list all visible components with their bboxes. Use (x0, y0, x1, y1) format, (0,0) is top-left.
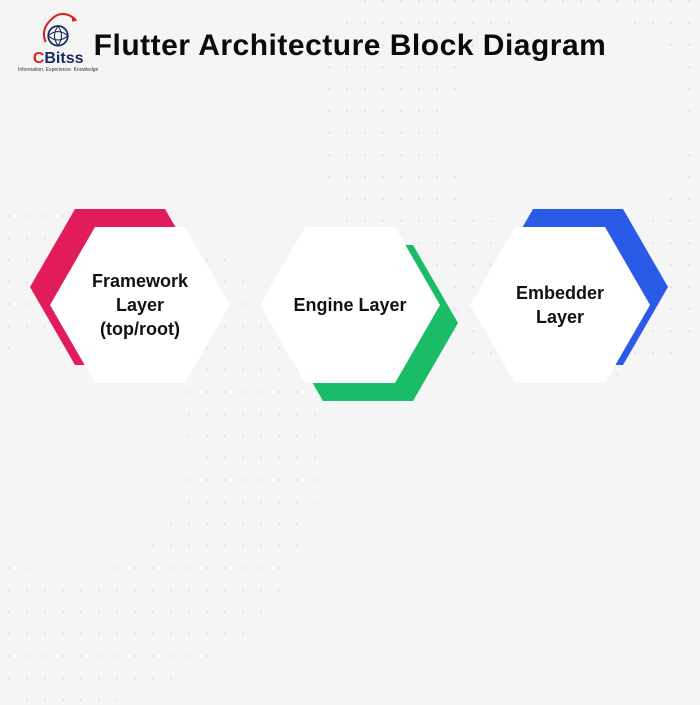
hexagon-embedder-layer: Embedder Layer (464, 215, 656, 395)
hexagon-engine-layer: Engine Layer (254, 215, 446, 395)
hexagon-label: Embedder Layer (470, 281, 650, 330)
brand-tagline: Information. Experience. Knowledge (18, 67, 98, 73)
hexagon-row: Framework Layer (top/root) Engine Layer … (0, 215, 700, 395)
diagram-title: Flutter Architecture Block Diagram (0, 26, 700, 65)
hexagon-label: Engine Layer (265, 293, 434, 317)
hexagon-label: Framework Layer (top/root) (50, 269, 230, 342)
hexagon-framework-layer: Framework Layer (top/root) (44, 215, 236, 395)
